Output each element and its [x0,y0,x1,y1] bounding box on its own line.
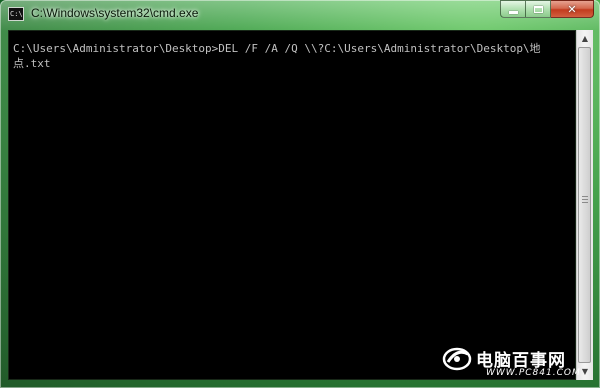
console-output: C:\Users\Administrator\Desktop>DEL /F /A… [13,42,541,70]
maximize-button[interactable] [526,0,551,18]
title-bar[interactable]: C:\ C:\Windows\system32\cmd.exe ✕ [0,0,600,30]
minimize-button[interactable] [500,0,526,18]
watermark: 电脑百事网 WWW.PC841.COM [442,342,592,382]
watermark-url: WWW.PC841.COM [486,368,581,378]
close-button[interactable]: ✕ [551,0,594,18]
up-arrow-icon[interactable]: ▲ [577,30,593,47]
cmd-app-icon[interactable]: C:\ [8,7,24,21]
minimize-icon [508,10,518,14]
close-icon: ✕ [567,2,577,16]
vertical-scrollbar[interactable]: ▲ ▼ [576,30,593,380]
window-controls: ✕ [500,0,594,18]
cmd-window: C:\ C:\Windows\system32\cmd.exe ✕ C:\Use… [0,0,600,388]
scrollbar-thumb[interactable] [578,47,591,363]
pc841-logo-icon [442,347,472,371]
maximize-icon [533,5,543,13]
console-area[interactable]: C:\Users\Administrator\Desktop>DEL /F /A… [8,30,576,380]
grip-icon [582,196,588,204]
window-title: C:\Windows\system32\cmd.exe [31,6,199,20]
